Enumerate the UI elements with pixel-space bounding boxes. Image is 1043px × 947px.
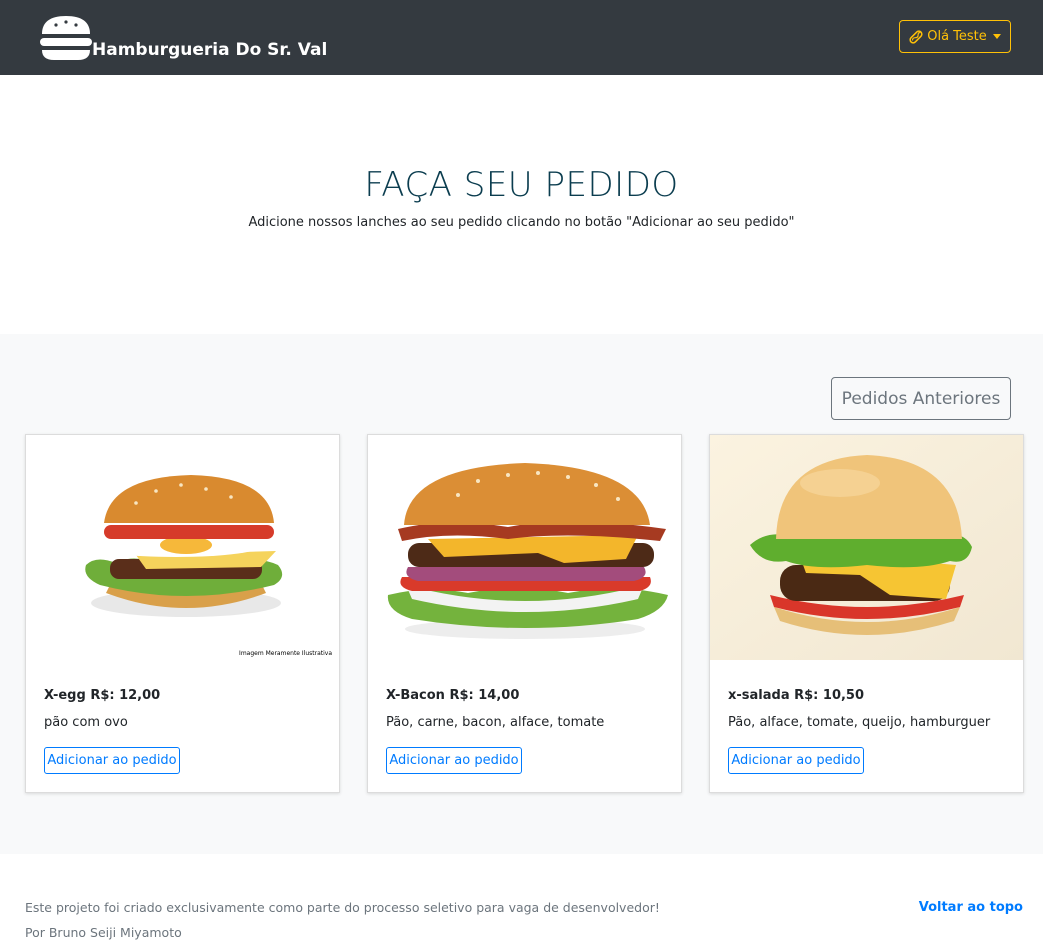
add-to-order-button[interactable]: Adicionar ao pedido [44,747,180,774]
user-menu-button[interactable]: Olá Teste [899,20,1011,53]
footer: Este projeto foi criado exclusivamente c… [0,854,1043,947]
hotdog-icon [909,29,923,44]
page-subtitle: Adicione nossos lanches ao seu pedido cl… [248,215,795,230]
product-image-x-egg: Imagem Meramente Ilustrativa [26,435,339,660]
product-image-x-bacon [368,435,681,660]
add-to-order-button[interactable]: Adicionar ao pedido [728,747,864,774]
caret-down-icon [992,34,1001,39]
product-image-x-salada [710,435,1023,660]
footer-author: Por Bruno Seiji Miyamoto [25,925,182,940]
user-menu-label: Olá Teste [927,29,987,44]
product-title: x-salada R$: 10,50 [728,688,865,703]
product-description: Pão, alface, tomate, queijo, hamburguer [728,715,991,730]
product-card-x-egg: Imagem Meramente Ilustrativa X-egg R$: 1… [25,434,340,793]
burger-logo-icon [40,16,92,60]
footer-note: Este projeto foi criado exclusivamente c… [25,900,660,915]
navbar: Hamburgueria Do Sr. Val Olá Teste [0,0,1043,75]
back-to-top-link[interactable]: Voltar ao topo [919,900,1023,915]
product-card-x-bacon: X-Bacon R$: 14,00 Pão, carne, bacon, alf… [367,434,682,793]
page-title: FAÇA SEU PEDIDO [364,165,679,205]
product-description: pão com ovo [44,715,128,730]
product-title: X-Bacon R$: 14,00 [386,688,520,703]
image-caption: Imagem Meramente Ilustrativa [239,650,332,657]
brand-name: Hamburgueria Do Sr. Val [92,40,328,60]
hero-section: FAÇA SEU PEDIDO Adicione nossos lanches … [0,75,1043,334]
brand[interactable]: Hamburgueria Do Sr. Val [38,12,327,62]
menu-section: Pedidos Anteriores Imagem Meramente Ilus… [0,334,1043,854]
add-to-order-button[interactable]: Adicionar ao pedido [386,747,522,774]
previous-orders-button[interactable]: Pedidos Anteriores [831,377,1011,420]
product-title: X-egg R$: 12,00 [44,688,161,703]
product-card-x-salada: x-salada R$: 10,50 Pão, alface, tomate, … [709,434,1024,793]
product-description: Pão, carne, bacon, alface, tomate [386,715,605,730]
